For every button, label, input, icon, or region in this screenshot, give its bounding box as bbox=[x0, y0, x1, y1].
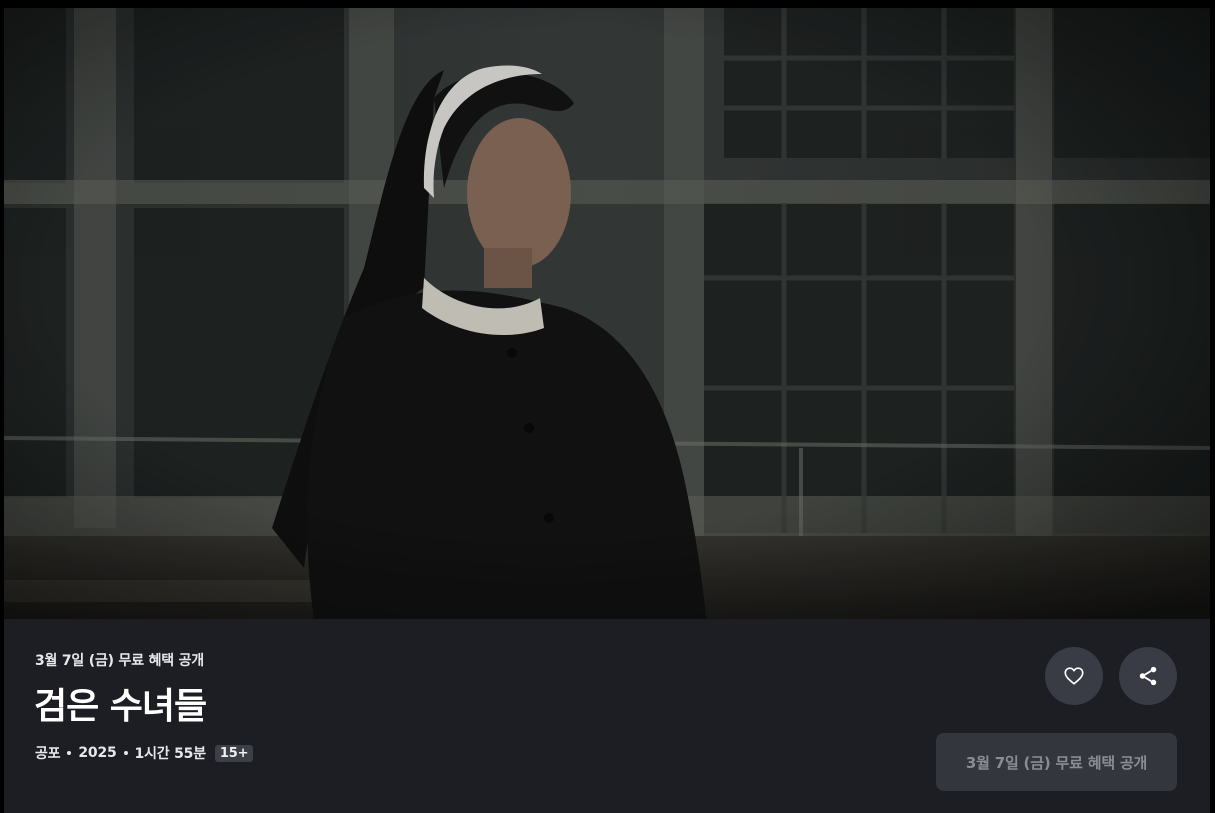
meta-separator bbox=[123, 751, 128, 755]
movie-title: 검은 수녀들 bbox=[34, 686, 207, 727]
runtime-label: 1시간 55분 bbox=[134, 746, 207, 762]
genre-label: 공포 bbox=[35, 746, 61, 762]
free-release-button[interactable]: 3월 7일 (금) 무료 혜택 공개 bbox=[936, 733, 1177, 791]
meta-separator bbox=[67, 751, 72, 755]
app-frame: 3월 7일 (금) 무료 혜택 공개 검은 수녀들 공포 2025 1시간 55… bbox=[0, 0, 1215, 813]
heart-icon bbox=[1064, 667, 1084, 685]
share-icon bbox=[1139, 666, 1157, 686]
hero-image bbox=[4, 8, 1210, 619]
year-label: 2025 bbox=[78, 745, 117, 761]
movie-meta: 공포 2025 1시간 55분 15+ bbox=[35, 743, 254, 763]
like-button[interactable] bbox=[1045, 647, 1103, 705]
promo-label: 3월 7일 (금) 무료 혜택 공개 bbox=[35, 653, 204, 669]
age-rating-badge: 15+ bbox=[214, 744, 254, 762]
info-panel: 3월 7일 (금) 무료 혜택 공개 검은 수녀들 공포 2025 1시간 55… bbox=[4, 619, 1210, 813]
share-button[interactable] bbox=[1119, 647, 1177, 705]
